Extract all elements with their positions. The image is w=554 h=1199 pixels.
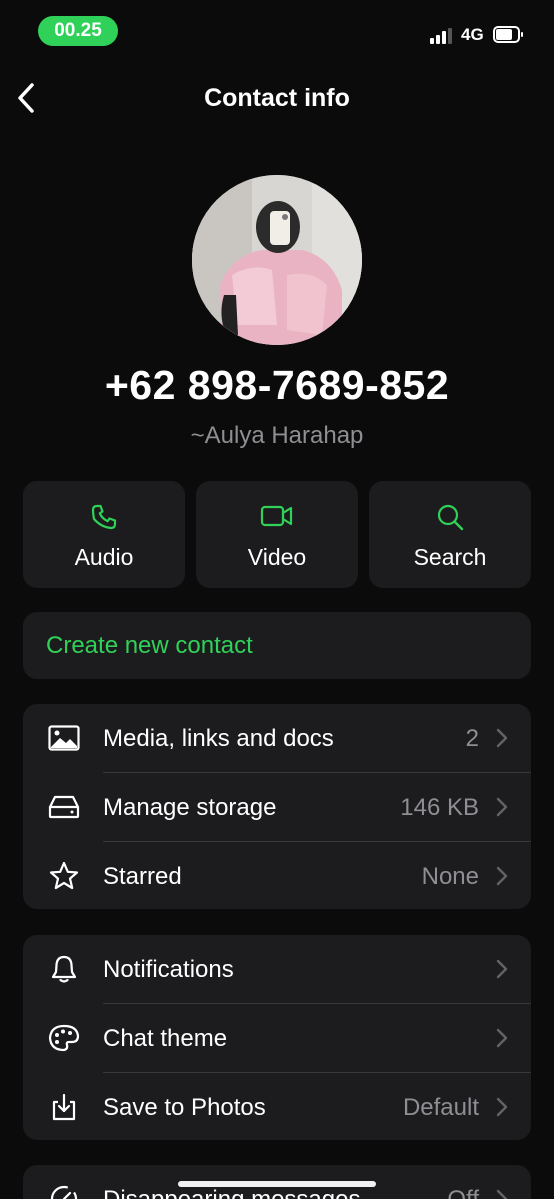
profile-photo: [192, 175, 362, 345]
phone-icon: [91, 504, 117, 530]
contact-info-screen: 00.25 4G Contact info +62 898-7689-852 ~…: [0, 0, 554, 1199]
chevron-right-icon: [496, 1189, 508, 1199]
row-manage-storage[interactable]: Manage storage 146 KB: [23, 773, 531, 841]
download-icon: [52, 1093, 76, 1121]
chat-theme-label: Chat theme: [103, 1025, 228, 1052]
star-icon: [49, 861, 79, 890]
row-starred[interactable]: Starred None: [23, 842, 531, 910]
audio-call-button[interactable]: Audio: [23, 481, 185, 588]
bell-icon: [51, 955, 77, 983]
row-chat-theme[interactable]: Chat theme: [23, 1004, 531, 1072]
starred-label: Starred: [103, 863, 182, 890]
search-icon: [437, 504, 464, 531]
video-call-button[interactable]: Video: [196, 481, 358, 588]
avatar[interactable]: [192, 175, 362, 345]
chevron-right-icon: [496, 728, 508, 748]
timer-icon: [50, 1185, 78, 1199]
create-new-contact-label: Create new contact: [46, 632, 253, 659]
contact-phone-number: +62 898-7689-852: [104, 362, 450, 408]
chevron-right-icon: [496, 866, 508, 886]
notifications-label: Notifications: [103, 956, 234, 983]
battery-icon: [493, 26, 523, 43]
search-label: Search: [413, 544, 487, 570]
page-title: Contact info: [204, 84, 350, 112]
storage-icon: [48, 795, 80, 819]
chevron-right-icon: [496, 959, 508, 979]
row-media-links-docs[interactable]: Media, links and docs 2: [23, 704, 531, 772]
audio-label: Audio: [74, 544, 134, 570]
storage-size: 146 KB: [400, 794, 479, 821]
create-new-contact-button[interactable]: Create new contact: [23, 612, 531, 679]
contact-name: ~Aulya Harahap: [190, 422, 364, 449]
signal-strength-icon: [430, 28, 454, 44]
chevron-right-icon: [496, 797, 508, 817]
disappearing-value: Off: [447, 1186, 479, 1199]
search-button[interactable]: Search: [369, 481, 531, 588]
media-count: 2: [465, 725, 479, 752]
row-notifications[interactable]: Notifications: [23, 935, 531, 1003]
video-icon: [260, 505, 293, 527]
chat-settings-group: Notifications Chat theme Save to Photos …: [23, 935, 531, 1140]
row-save-to-photos[interactable]: Save to Photos Default: [23, 1073, 531, 1141]
media-storage-group: Media, links and docs 2 Manage storage 1…: [23, 704, 531, 909]
starred-value: None: [421, 863, 479, 890]
image-icon: [48, 725, 80, 751]
home-indicator[interactable]: [178, 1181, 376, 1187]
video-label: Video: [247, 544, 307, 570]
save-to-photos-label: Save to Photos: [103, 1094, 266, 1121]
chevron-right-icon: [496, 1028, 508, 1048]
storage-label: Manage storage: [103, 794, 277, 821]
disappearing-label: Disappearing messages: [103, 1186, 360, 1199]
palette-icon: [48, 1024, 80, 1052]
status-time[interactable]: 00.25: [38, 16, 118, 46]
chevron-right-icon: [496, 1097, 508, 1117]
save-to-photos-value: Default: [402, 1094, 479, 1121]
network-type: 4G: [461, 25, 484, 44]
media-label: Media, links and docs: [103, 725, 334, 752]
status-bar: 00.25 4G: [0, 0, 554, 60]
